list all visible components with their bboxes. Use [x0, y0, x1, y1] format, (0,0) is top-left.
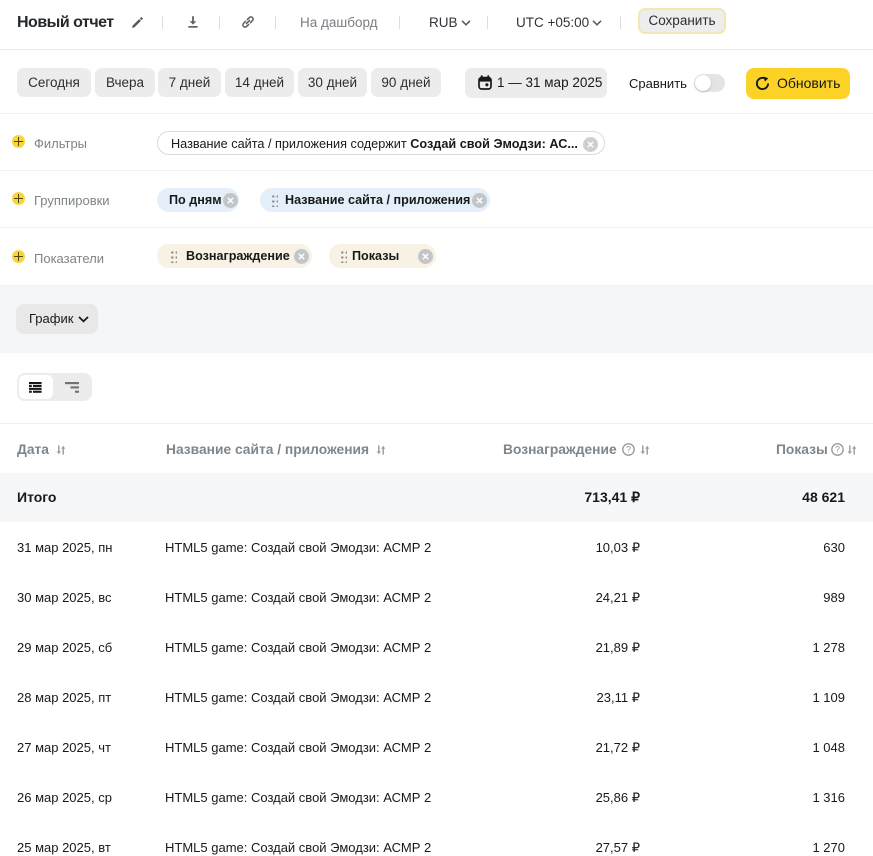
svg-text:?: ? — [835, 445, 840, 455]
svg-text:?: ? — [626, 445, 631, 455]
